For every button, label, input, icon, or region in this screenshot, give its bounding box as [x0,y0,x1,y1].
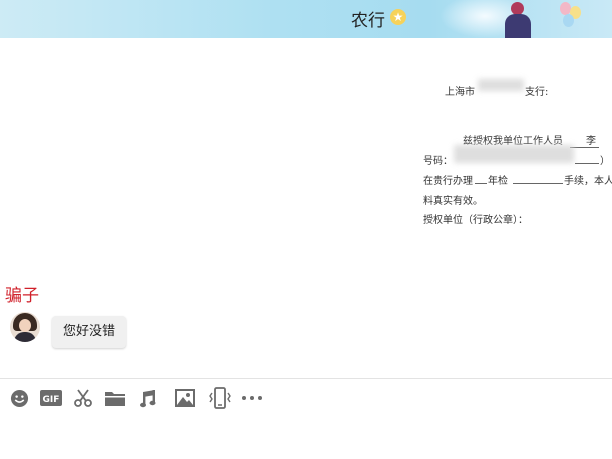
redacted-block [454,145,574,163]
header-figure-decoration [505,0,531,38]
authorization-letter-image[interactable]: 上海市 支行: 兹授权我单位工作人员 李 号码： ） 在贵行办理 年检 手续，本… [420,75,612,235]
balloon-decoration [563,14,574,27]
doc-line-procedure: 手续，本人 [564,176,612,187]
doc-line-id-end: ） [600,156,610,167]
doc-line-branch: 支行: [525,87,549,98]
star-icon[interactable]: ★ [390,9,406,25]
doc-underline [475,183,487,184]
doc-line-annual: 年检 [488,176,508,187]
doc-line-handle: 在贵行办理 [423,176,473,187]
scissors-icon[interactable] [72,387,94,409]
doc-line-name: 李 [570,132,599,148]
svg-text:GIF: GIF [43,395,60,405]
doc-line-seal: 授权单位（行政公章）： [423,215,528,226]
input-divider [0,378,612,379]
doc-line-bank-city: 上海市 [445,87,475,98]
doc-line-id-label: 号码： [423,156,453,167]
shake-icon[interactable] [208,387,232,409]
message-bubble[interactable]: 您好没错 [52,316,127,348]
folder-icon[interactable] [104,387,126,409]
music-icon[interactable] [138,387,160,409]
chat-header: 农行 ★ [0,0,612,38]
doc-underline [575,163,599,164]
gif-icon[interactable]: GIF [39,387,63,409]
avatar[interactable] [10,312,40,342]
image-icon[interactable] [174,387,196,409]
sender-name: 骗子 [5,286,39,306]
more-icon[interactable] [240,387,264,409]
chat-title[interactable]: 农行 [351,6,385,31]
doc-line-truthful: 料真实有效。 [423,196,483,207]
redacted-block [478,79,524,91]
doc-underline [513,183,563,184]
emoji-icon[interactable] [8,387,30,409]
